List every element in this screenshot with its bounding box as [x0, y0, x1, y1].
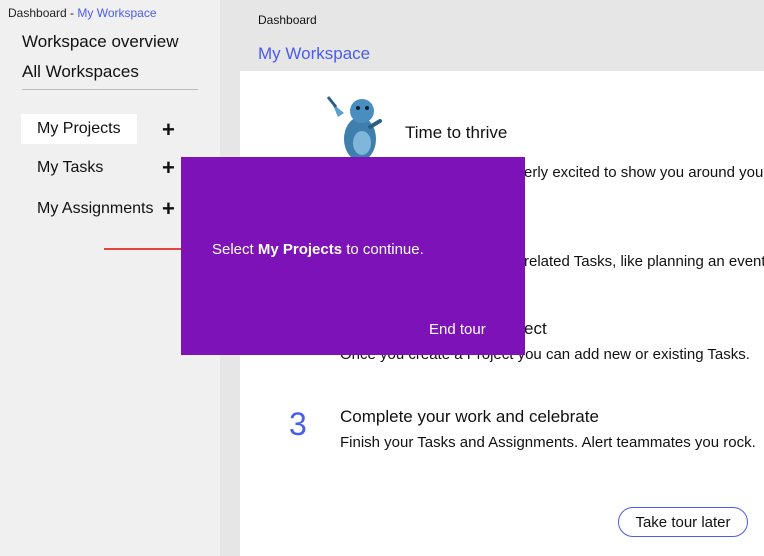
sidebar-divider: [22, 89, 198, 90]
end-tour-button[interactable]: End tour: [429, 321, 486, 338]
breadcrumb-root: Dashboard -: [8, 6, 78, 20]
all-workspaces-link[interactable]: All Workspaces: [22, 62, 139, 82]
workspace-overview-link[interactable]: Workspace overview: [22, 32, 179, 52]
step-3-number: 3: [289, 406, 307, 442]
sidebar-item-my-projects[interactable]: My Projects: [21, 114, 137, 144]
intro-text: erly excited to show you around your: [524, 164, 764, 181]
sidebar-breadcrumb: Dashboard - My Workspace: [8, 6, 157, 20]
tour-message: Select My Projects to continue.: [212, 241, 424, 258]
sidebar-item-my-assignments[interactable]: My Assignments: [37, 200, 153, 218]
tour-message-suffix: to continue.: [342, 241, 424, 258]
add-assignment-plus-icon[interactable]: +: [162, 198, 175, 220]
step-1-description: related Tasks, like planning an event: [524, 253, 764, 270]
tour-message-target: My Projects: [257, 241, 343, 258]
add-task-plus-icon[interactable]: +: [162, 157, 175, 179]
sidebar-item-my-tasks[interactable]: My Tasks: [37, 159, 103, 177]
main-breadcrumb[interactable]: Dashboard: [258, 13, 317, 27]
tour-popover: Select My Projects to continue. End tour: [181, 157, 525, 355]
tour-heading: Time to thrive: [405, 123, 508, 142]
step-2-title: ect: [524, 319, 547, 338]
tour-message-prefix: Select: [212, 241, 258, 258]
otter-mascot-icon: [326, 96, 382, 161]
breadcrumb-current-link[interactable]: My Workspace: [77, 6, 156, 20]
add-project-plus-icon[interactable]: +: [162, 119, 175, 141]
step-3-description: Finish your Tasks and Assignments. Alert…: [340, 434, 756, 451]
page-title: My Workspace: [258, 44, 371, 63]
step-3-title: Complete your work and celebrate: [340, 407, 599, 426]
take-tour-later-button[interactable]: Take tour later: [618, 507, 748, 537]
